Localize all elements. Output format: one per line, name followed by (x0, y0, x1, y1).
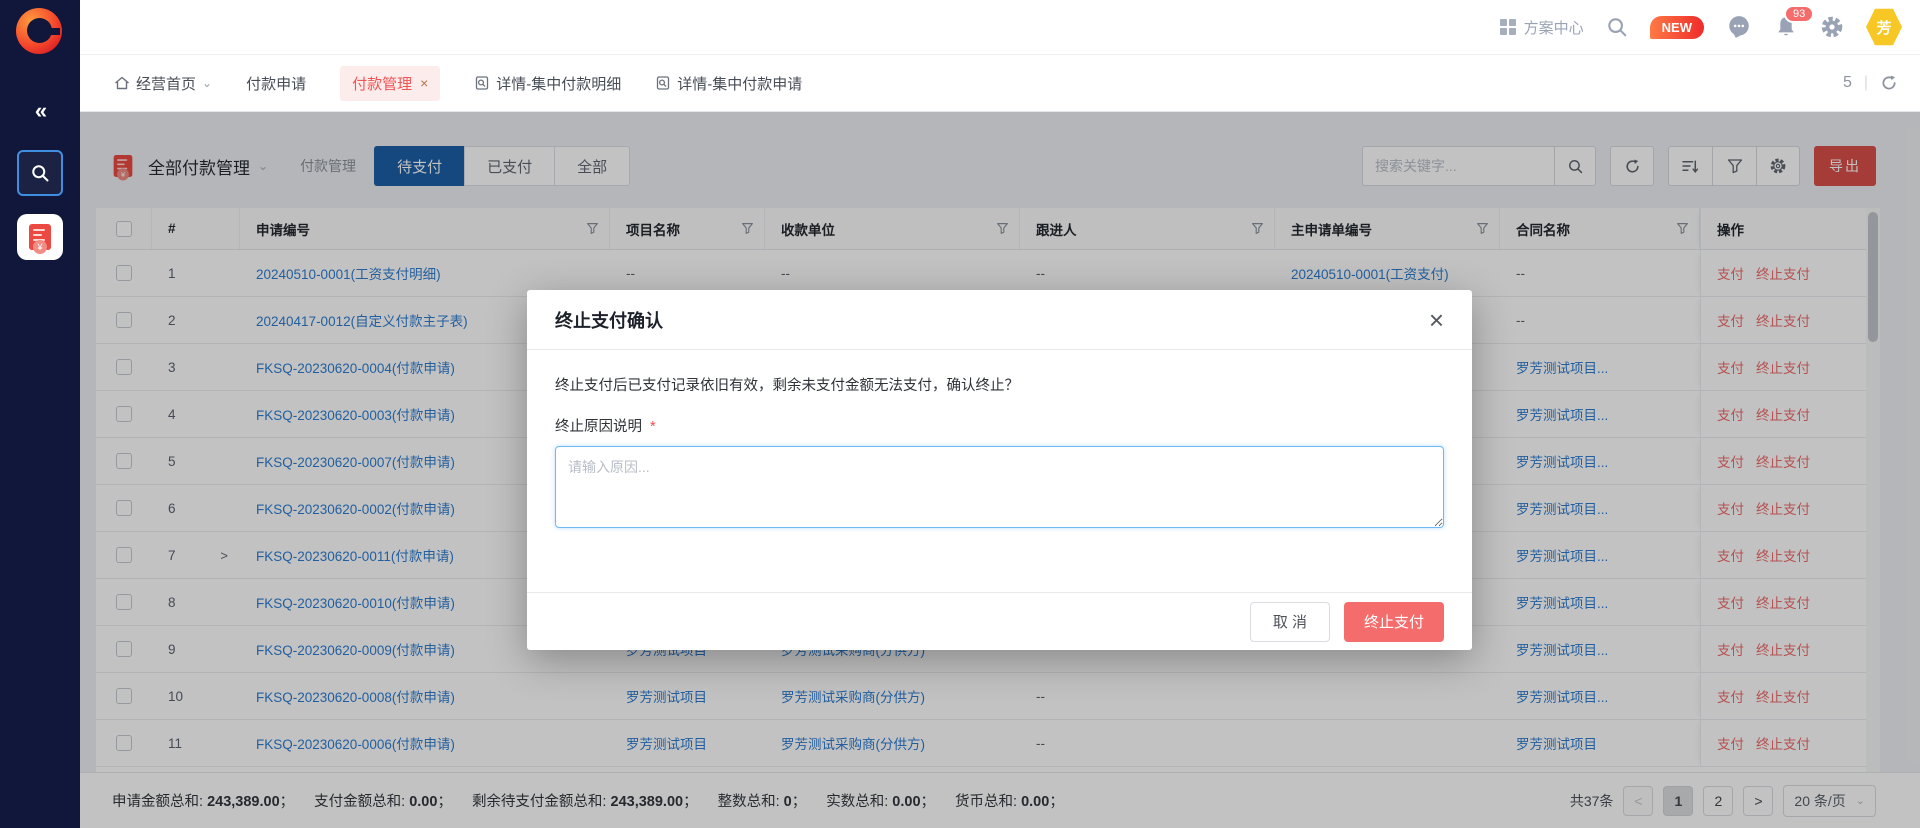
close-tab-icon[interactable]: × (420, 75, 428, 91)
sidebar-item-payment-module[interactable]: ¥ (17, 214, 63, 260)
header-search-icon[interactable] (1606, 16, 1628, 38)
doc-search-icon (655, 75, 671, 91)
chevron-down-icon: ⌄ (202, 76, 212, 90)
tab-详情-集中付款明细[interactable]: 详情-集中付款明细 (474, 73, 621, 94)
refresh-tabs-icon[interactable] (1880, 74, 1898, 92)
top-header: 方案中心 NEW 93 芳 (80, 0, 1920, 54)
sidebar-item-search[interactable] (17, 150, 63, 196)
tab-详情-集中付款申请[interactable]: 详情-集中付款申请 (655, 73, 802, 94)
reason-textarea[interactable] (555, 446, 1444, 528)
tab-count: 5 (1843, 74, 1852, 92)
close-dialog-icon[interactable]: × (1429, 310, 1444, 330)
collapse-sidebar-icon[interactable]: « (0, 98, 80, 124)
confirm-terminate-button[interactable]: 终止支付 (1344, 602, 1444, 642)
tab-付款申请[interactable]: 付款申请 (246, 73, 306, 94)
required-asterisk: * (650, 419, 656, 435)
tab-经营首页[interactable]: 经营首页 ⌄ (114, 73, 212, 94)
scheme-center-label: 方案中心 (1524, 17, 1584, 38)
settings-gear-icon[interactable] (1820, 15, 1844, 39)
avatar[interactable]: 芳 (1866, 8, 1902, 46)
open-tabs: 经营首页 ⌄ 付款申请 付款管理 × 详情-集中付款明细 详情-集中付款申请 (80, 66, 802, 101)
scheme-center-button[interactable]: 方案中心 (1500, 17, 1584, 38)
doc-search-icon (474, 75, 490, 91)
tab-bar: 经营首页 ⌄ 付款申请 付款管理 × 详情-集中付款明细 详情-集中付款申请 5 (80, 54, 1920, 112)
grid-icon (1500, 19, 1516, 35)
sidebar: « ¥ (0, 0, 80, 828)
home-icon (114, 75, 130, 91)
reason-label: 终止原因说明 (555, 419, 642, 435)
payment-doc-icon: ¥ (29, 224, 51, 250)
tab-付款管理[interactable]: 付款管理 × (340, 66, 440, 101)
notification-count-badge: 93 (1784, 5, 1814, 23)
confirm-message: 终止支付后已支付记录依旧有效，剩余未支付金额无法支付，确认终止？ (555, 374, 1444, 395)
search-icon (30, 163, 50, 183)
cancel-button[interactable]: 取 消 (1250, 602, 1330, 642)
app-logo-icon (16, 8, 62, 54)
messages-icon[interactable] (1726, 14, 1752, 40)
new-badge[interactable]: NEW (1650, 16, 1704, 39)
dialog-title: 终止支付确认 (555, 307, 663, 333)
notifications-button[interactable]: 93 (1774, 15, 1798, 39)
terminate-payment-dialog: 终止支付确认 × 终止支付后已支付记录依旧有效，剩余未支付金额无法支付，确认终止… (527, 290, 1472, 650)
